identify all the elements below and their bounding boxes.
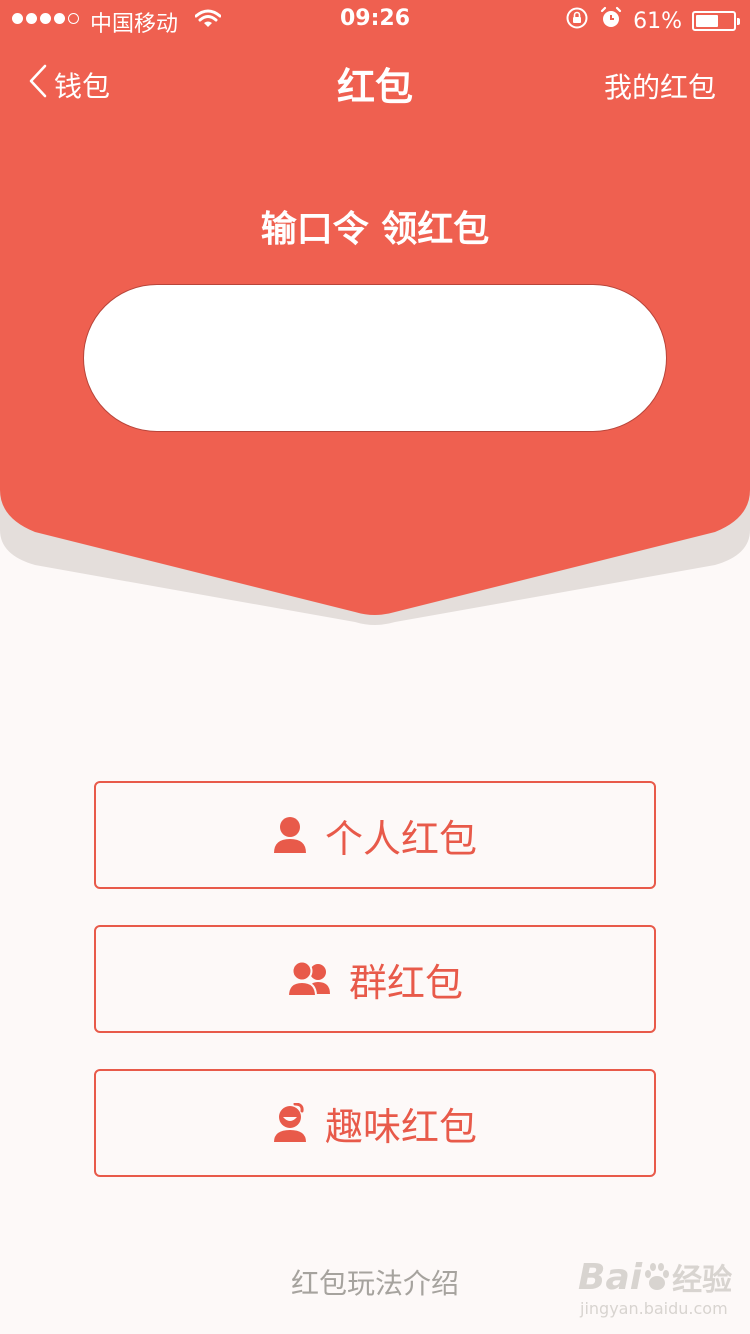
battery-percent: 61% [633, 8, 682, 34]
watermark-brand-cn: 经验 [672, 1263, 733, 1298]
navigation-bar: 钱包 红包 我的红包 [0, 52, 750, 116]
red-envelope-header: 中国移动 09:26 61% 钱包 红包 我的红包 输口令 领红包 [0, 0, 750, 640]
button-label: 个人红包 [324, 816, 477, 861]
paw-icon [644, 1263, 670, 1291]
button-label: 趣味红包 [324, 1104, 477, 1149]
my-red-packets-link[interactable]: 我的红包 [604, 66, 716, 106]
fun-face-icon [273, 1103, 307, 1143]
watermark-url: jingyan.baidu.com [580, 1299, 728, 1318]
chevron-left-icon [28, 64, 48, 105]
alarm-icon [599, 6, 623, 36]
code-prompt-title: 输口令 领红包 [260, 209, 490, 250]
group-red-packet-button[interactable]: 群红包 [94, 925, 656, 1033]
group-icon [286, 961, 331, 997]
status-right-group: 61% [565, 6, 740, 36]
back-button[interactable]: 钱包 [28, 64, 110, 105]
person-icon [273, 816, 307, 854]
watermark-brand: Bai [578, 1256, 643, 1298]
back-label: 钱包 [54, 69, 111, 103]
baidu-watermark: Bai 经验 jingyan.baidu.com [578, 1255, 748, 1325]
status-bar: 中国移动 09:26 61% [0, 0, 750, 40]
rotation-lock-icon [565, 6, 589, 36]
battery-icon [692, 11, 740, 31]
fun-red-packet-button[interactable]: 趣味红包 [94, 1069, 656, 1177]
password-code-input[interactable] [83, 284, 667, 432]
button-label: 群红包 [348, 960, 463, 1005]
personal-red-packet-button[interactable]: 个人红包 [94, 781, 656, 889]
